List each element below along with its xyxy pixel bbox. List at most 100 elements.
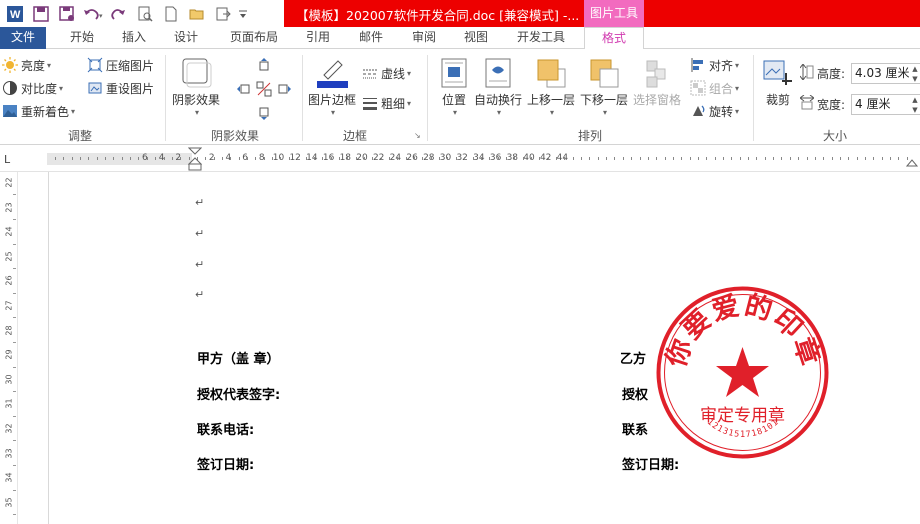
brightness-button[interactable]: 亮度 ▾	[2, 55, 51, 75]
nudge-shadow-up-button[interactable]	[256, 55, 275, 75]
customize-qat-icon[interactable]	[238, 3, 248, 25]
seal-stamp-image[interactable]: 你要爱的印章 审定专用章 1213151718101	[655, 285, 830, 460]
align-button[interactable]: 对齐 ▾	[690, 55, 739, 75]
tab-stop-selector-icon[interactable]: L	[4, 154, 14, 165]
tab-page-layout[interactable]: 页面布局	[222, 27, 286, 49]
reset-picture-icon	[87, 80, 103, 96]
ruler-tick	[422, 157, 423, 160]
ruler-tick	[731, 157, 732, 160]
tab-review[interactable]: 审阅	[402, 27, 446, 49]
right-indent-marker-icon[interactable]	[906, 151, 918, 169]
send-backward-button[interactable]: 下移一层 ▾	[580, 57, 628, 117]
undo-icon[interactable]: ▾	[82, 3, 104, 25]
vertical-ruler[interactable]: 22 23 24 25 26 27 28 29 30 31 32 33 34 35	[0, 172, 18, 524]
align-icon	[690, 57, 706, 73]
arrange-group-label: 排列	[577, 129, 602, 143]
contrast-button[interactable]: 对比度 ▾	[2, 78, 63, 98]
ruler-tick	[13, 292, 16, 294]
brightness-icon	[2, 57, 18, 73]
dashes-icon	[362, 65, 378, 81]
ruler-tick	[606, 157, 607, 160]
recolor-button[interactable]: 重新着色 ▾	[2, 101, 75, 121]
export-icon[interactable]	[212, 3, 234, 25]
save-as-icon[interactable]	[56, 3, 78, 25]
print-preview-icon[interactable]	[134, 3, 156, 25]
tab-insert[interactable]: 插入	[112, 27, 156, 49]
ruler-tick	[640, 157, 641, 160]
border-dialog-launcher-icon[interactable]: ↘	[414, 131, 421, 140]
title-bar: W ▾ 【模板】202007软件开发合同.doc [兼容模式] -... 图片工…	[0, 0, 920, 27]
ruler-tick	[832, 157, 833, 160]
position-button[interactable]: 位置 ▾	[438, 57, 470, 117]
ruler-tick	[873, 157, 874, 160]
tab-home[interactable]: 开始	[58, 27, 106, 49]
ruler-tick	[247, 157, 248, 160]
group-separator	[302, 55, 303, 141]
weight-button[interactable]: 粗细 ▾	[362, 93, 411, 113]
tab-developer[interactable]: 开发工具	[507, 27, 575, 49]
window-title: 【模板】202007软件开发合同.doc [兼容模式] -...	[296, 8, 580, 23]
dashes-label: 虚线	[381, 66, 406, 81]
tab-view[interactable]: 视图	[454, 27, 498, 49]
ruler-tick	[781, 157, 782, 160]
open-folder-icon[interactable]	[186, 3, 208, 25]
nudge-shadow-left-button[interactable]	[236, 79, 255, 99]
ruler-tick	[740, 157, 741, 160]
tab-design[interactable]: 设计	[163, 27, 209, 49]
shadow-effects-button[interactable]: 阴影效果 ▾	[172, 57, 220, 117]
picture-border-button[interactable]: 图片边框 ▾	[308, 57, 356, 117]
new-document-icon[interactable]	[160, 3, 182, 25]
crop-label: 裁剪	[765, 93, 790, 107]
tab-format[interactable]: 格式	[584, 27, 644, 50]
ruler-tick	[113, 157, 114, 160]
tab-mailings[interactable]: 邮件	[349, 27, 393, 49]
nudge-shadow-right-button[interactable]	[276, 79, 295, 99]
width-spinner[interactable]: ▲ ▼	[910, 95, 920, 116]
height-spinner[interactable]: ▲ ▼	[910, 64, 920, 85]
indent-marker-icon[interactable]	[188, 147, 202, 171]
send-backward-icon	[590, 59, 619, 88]
send-backward-label: 下移一层	[580, 93, 629, 107]
ruler-tick	[857, 157, 858, 160]
dashes-button[interactable]: 虚线 ▾	[362, 63, 411, 83]
word-logo-icon: W	[4, 3, 26, 25]
ruler-tick	[481, 157, 482, 160]
reset-picture-button[interactable]: 重设图片	[87, 78, 154, 98]
height-icon	[799, 63, 814, 83]
ruler-tick	[55, 157, 56, 160]
tab-references[interactable]: 引用	[296, 27, 340, 49]
group-objects-button[interactable]: 组合 ▾	[690, 78, 739, 98]
shadow-toggle-button[interactable]	[256, 79, 275, 99]
ruler-tick	[222, 157, 223, 160]
nudge-shadow-down-button[interactable]	[256, 103, 275, 123]
ruler-tick	[840, 157, 841, 160]
ruler-tick	[706, 157, 707, 160]
ruler-tick	[164, 157, 165, 160]
save-icon[interactable]	[30, 3, 52, 25]
position-icon	[441, 58, 467, 88]
ribbon-tabs: 文件 开始 插入 设计 页面布局 引用 邮件 审阅 视图 开发工具 格式	[0, 27, 920, 50]
wrap-text-button[interactable]: 自动换行 ▾	[474, 57, 522, 117]
ruler-tick	[431, 157, 432, 160]
ruler-tick	[372, 157, 373, 160]
horizontal-ruler[interactable]: L 6 4 2 2 4 6 8 10 12 14 16 18 20 22 24 26 28 30 32 34 36 38 4…	[0, 145, 920, 172]
ruler-tick	[790, 157, 791, 160]
rotate-icon	[690, 103, 706, 119]
recolor-label: 重新着色	[21, 104, 70, 119]
ruler-number: 24	[4, 226, 14, 237]
ruler-tick	[598, 157, 599, 160]
compress-pictures-button[interactable]: 压缩图片	[87, 55, 154, 75]
rotate-button[interactable]: 旋转 ▾	[690, 101, 739, 121]
ruler-tick	[147, 157, 148, 160]
redo-icon[interactable]	[108, 3, 130, 25]
bring-forward-button[interactable]: 上移一层 ▾	[527, 57, 575, 117]
ruler-tick	[13, 464, 16, 466]
ruler-tick	[548, 157, 549, 160]
crop-button[interactable]: 裁剪	[762, 57, 794, 108]
ruler-tick	[331, 157, 332, 160]
party-b-label: 乙方	[620, 352, 647, 367]
tab-file[interactable]: 文件	[0, 27, 46, 49]
selection-pane-button[interactable]: 选择窗格	[633, 57, 681, 108]
ruler-tick	[690, 157, 691, 160]
ruler-tick	[882, 157, 883, 160]
